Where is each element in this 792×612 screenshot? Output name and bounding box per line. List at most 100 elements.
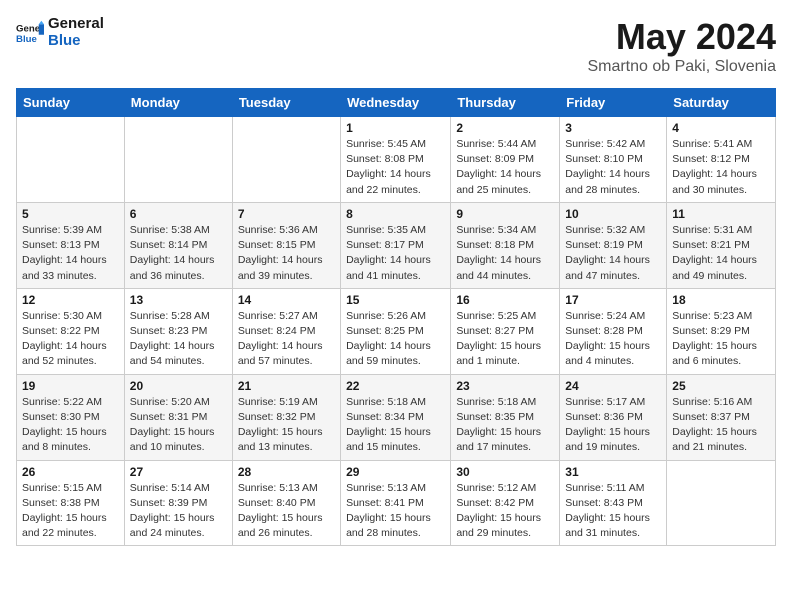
- day-cell-11: 11 Sunrise: 5:31 AM Sunset: 8:21 PM Dayli…: [667, 202, 776, 288]
- day-cell-15: 15 Sunrise: 5:26 AM Sunset: 8:25 PM Dayli…: [341, 288, 451, 374]
- day-info-27: Sunrise: 5:14 AM Sunset: 8:39 PM Dayligh…: [130, 481, 227, 542]
- day-cell-21: 21Sunrise: 5:19 AM Sunset: 8:32 PM Dayli…: [232, 374, 340, 460]
- day-number-9: 9: [456, 207, 554, 221]
- week-row-3: 12 Sunrise: 5:30 AM Sunset: 8:22 PM Dayli…: [17, 288, 776, 374]
- day-number-18: 18: [672, 293, 770, 307]
- day-info-7: Sunrise: 5:36 AM Sunset: 8:15 PM Dayligh…: [238, 223, 335, 284]
- day-number-25: 25: [672, 379, 770, 393]
- day-info-20: Sunrise: 5:20 AM Sunset: 8:31 PM Dayligh…: [130, 395, 227, 456]
- day-number-3: 3: [565, 121, 661, 135]
- page-header: General Blue General Blue May 2024 Smart…: [16, 16, 776, 76]
- day-number-16: 16: [456, 293, 554, 307]
- day-number-20: 20: [130, 379, 227, 393]
- day-info-18: Sunrise: 5:23 AM Sunset: 8:29 PM Dayligh…: [672, 309, 770, 370]
- day-number-14: 14: [238, 293, 335, 307]
- day-cell-10: 10 Sunrise: 5:32 AM Sunset: 8:19 PM Dayli…: [560, 202, 667, 288]
- day-number-17: 17: [565, 293, 661, 307]
- day-info-31: Sunrise: 5:11 AM Sunset: 8:43 PM Dayligh…: [565, 481, 661, 542]
- day-info-17: Sunrise: 5:24 AM Sunset: 8:28 PM Dayligh…: [565, 309, 661, 370]
- location: Smartno ob Paki, Slovenia: [587, 58, 776, 76]
- week-row-4: 19Sunrise: 5:22 AM Sunset: 8:30 PM Dayli…: [17, 374, 776, 460]
- day-cell-19: 19Sunrise: 5:22 AM Sunset: 8:30 PM Dayli…: [17, 374, 125, 460]
- logo-icon: General Blue: [16, 19, 44, 47]
- day-info-6: Sunrise: 5:38 AM Sunset: 8:14 PM Dayligh…: [130, 223, 227, 284]
- day-info-3: Sunrise: 5:42 AM Sunset: 8:10 PM Dayligh…: [565, 137, 661, 198]
- svg-text:Blue: Blue: [16, 33, 37, 44]
- day-cell-14: 14 Sunrise: 5:27 AM Sunset: 8:24 PM Dayli…: [232, 288, 340, 374]
- day-number-6: 6: [130, 207, 227, 221]
- day-number-29: 29: [346, 465, 445, 479]
- day-cell-29: 29 Sunrise: 5:13 AM Sunset: 8:41 PM Dayli…: [341, 460, 451, 546]
- day-info-14: Sunrise: 5:27 AM Sunset: 8:24 PM Dayligh…: [238, 309, 335, 370]
- day-cell-20: 20 Sunrise: 5:20 AM Sunset: 8:31 PM Dayli…: [124, 374, 232, 460]
- day-cell-23: 23Sunrise: 5:18 AM Sunset: 8:35 PM Dayli…: [451, 374, 560, 460]
- day-cell-16: 16Sunrise: 5:25 AM Sunset: 8:27 PM Dayli…: [451, 288, 560, 374]
- week-row-2: 5 Sunrise: 5:39 AM Sunset: 8:13 PM Daylig…: [17, 202, 776, 288]
- day-info-25: Sunrise: 5:16 AM Sunset: 8:37 PM Dayligh…: [672, 395, 770, 456]
- day-cell-9: 9 Sunrise: 5:34 AM Sunset: 8:18 PM Daylig…: [451, 202, 560, 288]
- day-number-5: 5: [22, 207, 119, 221]
- day-info-29: Sunrise: 5:13 AM Sunset: 8:41 PM Dayligh…: [346, 481, 445, 542]
- weekday-header-saturday: Saturday: [667, 89, 776, 117]
- weekday-header-thursday: Thursday: [451, 89, 560, 117]
- day-info-11: Sunrise: 5:31 AM Sunset: 8:21 PM Dayligh…: [672, 223, 770, 284]
- day-number-21: 21: [238, 379, 335, 393]
- title-block: May 2024 Smartno ob Paki, Slovenia: [587, 16, 776, 76]
- day-info-28: Sunrise: 5:13 AM Sunset: 8:40 PM Dayligh…: [238, 481, 335, 542]
- day-info-5: Sunrise: 5:39 AM Sunset: 8:13 PM Dayligh…: [22, 223, 119, 284]
- week-row-5: 26Sunrise: 5:15 AM Sunset: 8:38 PM Dayli…: [17, 460, 776, 546]
- day-cell-27: 27 Sunrise: 5:14 AM Sunset: 8:39 PM Dayli…: [124, 460, 232, 546]
- day-cell-7: 7 Sunrise: 5:36 AM Sunset: 8:15 PM Daylig…: [232, 202, 340, 288]
- day-number-7: 7: [238, 207, 335, 221]
- empty-cell: [667, 460, 776, 546]
- logo-general-text: General: [48, 16, 104, 33]
- empty-cell: [124, 117, 232, 203]
- day-cell-18: 18 Sunrise: 5:23 AM Sunset: 8:29 PM Dayli…: [667, 288, 776, 374]
- logo: General Blue General Blue: [16, 16, 104, 49]
- month-title: May 2024: [587, 16, 776, 58]
- empty-cell: [232, 117, 340, 203]
- day-number-30: 30: [456, 465, 554, 479]
- day-info-26: Sunrise: 5:15 AM Sunset: 8:38 PM Dayligh…: [22, 481, 119, 542]
- weekday-header-friday: Friday: [560, 89, 667, 117]
- weekday-header-wednesday: Wednesday: [341, 89, 451, 117]
- day-number-15: 15: [346, 293, 445, 307]
- day-number-8: 8: [346, 207, 445, 221]
- day-info-19: Sunrise: 5:22 AM Sunset: 8:30 PM Dayligh…: [22, 395, 119, 456]
- day-info-30: Sunrise: 5:12 AM Sunset: 8:42 PM Dayligh…: [456, 481, 554, 542]
- day-number-28: 28: [238, 465, 335, 479]
- day-number-1: 1: [346, 121, 445, 135]
- day-info-15: Sunrise: 5:26 AM Sunset: 8:25 PM Dayligh…: [346, 309, 445, 370]
- day-number-11: 11: [672, 207, 770, 221]
- week-row-1: 1 Sunrise: 5:45 AM Sunset: 8:08 PM Daylig…: [17, 117, 776, 203]
- day-cell-25: 25 Sunrise: 5:16 AM Sunset: 8:37 PM Dayli…: [667, 374, 776, 460]
- day-info-24: Sunrise: 5:17 AM Sunset: 8:36 PM Dayligh…: [565, 395, 661, 456]
- day-info-9: Sunrise: 5:34 AM Sunset: 8:18 PM Dayligh…: [456, 223, 554, 284]
- day-number-24: 24: [565, 379, 661, 393]
- day-cell-13: 13Sunrise: 5:28 AM Sunset: 8:23 PM Dayli…: [124, 288, 232, 374]
- day-cell-4: 4 Sunrise: 5:41 AM Sunset: 8:12 PM Daylig…: [667, 117, 776, 203]
- day-cell-26: 26Sunrise: 5:15 AM Sunset: 8:38 PM Dayli…: [17, 460, 125, 546]
- day-info-13: Sunrise: 5:28 AM Sunset: 8:23 PM Dayligh…: [130, 309, 227, 370]
- day-cell-17: 17 Sunrise: 5:24 AM Sunset: 8:28 PM Dayli…: [560, 288, 667, 374]
- weekday-header-monday: Monday: [124, 89, 232, 117]
- day-info-10: Sunrise: 5:32 AM Sunset: 8:19 PM Dayligh…: [565, 223, 661, 284]
- day-cell-30: 30 Sunrise: 5:12 AM Sunset: 8:42 PM Dayli…: [451, 460, 560, 546]
- day-cell-22: 22Sunrise: 5:18 AM Sunset: 8:34 PM Dayli…: [341, 374, 451, 460]
- day-info-1: Sunrise: 5:45 AM Sunset: 8:08 PM Dayligh…: [346, 137, 445, 198]
- day-number-10: 10: [565, 207, 661, 221]
- day-number-27: 27: [130, 465, 227, 479]
- logo-blue-text: Blue: [48, 33, 104, 50]
- day-number-4: 4: [672, 121, 770, 135]
- day-cell-24: 24 Sunrise: 5:17 AM Sunset: 8:36 PM Dayli…: [560, 374, 667, 460]
- day-cell-2: 2Sunrise: 5:44 AM Sunset: 8:09 PM Daylig…: [451, 117, 560, 203]
- day-number-31: 31: [565, 465, 661, 479]
- day-info-12: Sunrise: 5:30 AM Sunset: 8:22 PM Dayligh…: [22, 309, 119, 370]
- day-info-22: Sunrise: 5:18 AM Sunset: 8:34 PM Dayligh…: [346, 395, 445, 456]
- weekday-header-sunday: Sunday: [17, 89, 125, 117]
- day-info-4: Sunrise: 5:41 AM Sunset: 8:12 PM Dayligh…: [672, 137, 770, 198]
- day-cell-28: 28 Sunrise: 5:13 AM Sunset: 8:40 PM Dayli…: [232, 460, 340, 546]
- day-info-2: Sunrise: 5:44 AM Sunset: 8:09 PM Dayligh…: [456, 137, 554, 198]
- day-cell-3: 3 Sunrise: 5:42 AM Sunset: 8:10 PM Daylig…: [560, 117, 667, 203]
- day-number-12: 12: [22, 293, 119, 307]
